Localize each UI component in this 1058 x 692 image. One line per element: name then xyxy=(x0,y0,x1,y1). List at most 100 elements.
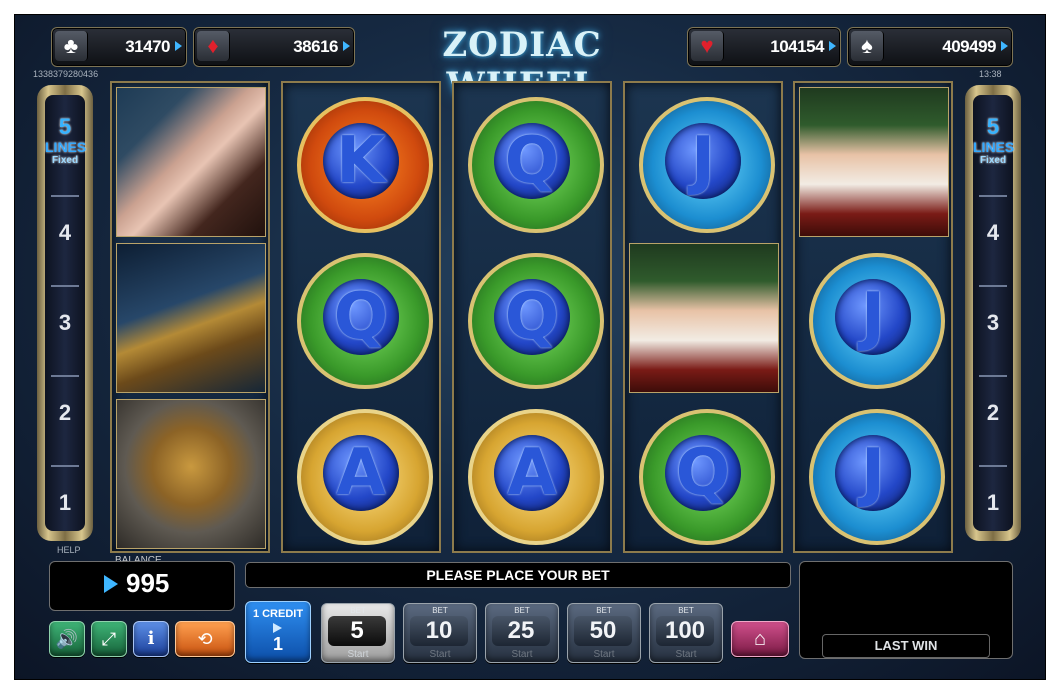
line-4: 4 xyxy=(986,220,1000,245)
bet-value: 10 xyxy=(410,616,468,646)
bet-label: BET xyxy=(678,606,694,615)
reel-cell xyxy=(112,83,268,239)
balance-panel: 995 xyxy=(49,561,235,611)
divider xyxy=(979,465,1007,467)
message-bar: PLEASE PLACE YOUR BET xyxy=(245,562,791,588)
captain-symbol xyxy=(799,87,949,237)
telescope-symbol xyxy=(116,243,266,393)
expand-icon: ⤢ xyxy=(101,629,117,649)
message-text: PLEASE PLACE YOUR BET xyxy=(426,567,610,583)
reel-cell xyxy=(795,83,951,239)
woman-symbol xyxy=(116,87,266,237)
jackpot-hearts: ♥ 104154 xyxy=(687,27,841,67)
session-id: 1338379280436 xyxy=(33,69,99,79)
help-link[interactable]: HELP xyxy=(57,545,81,555)
start-label: Start xyxy=(347,649,369,660)
bet-label: BET xyxy=(596,606,612,615)
reel-2: K Q A xyxy=(281,81,441,553)
bet-label: BET xyxy=(432,606,448,615)
armillary-sphere-symbol xyxy=(116,399,266,549)
line-2: 2 xyxy=(58,400,72,425)
autoplay-button[interactable]: ⟲ xyxy=(175,621,235,657)
clock: 13:38 xyxy=(979,69,1002,79)
jackpot-spades-value: 409499 xyxy=(942,37,996,56)
jackpot-hearts-value: 104154 xyxy=(770,37,824,56)
sound-button[interactable]: 🔊 xyxy=(49,621,85,657)
speaker-icon: 🔊 xyxy=(55,629,79,649)
spades-icon: ♠ xyxy=(851,31,884,61)
lines-mode: Fixed xyxy=(979,155,1007,166)
divider xyxy=(51,285,79,287)
arrow-icon xyxy=(829,41,836,51)
q-symbol: Q xyxy=(639,409,775,545)
a-symbol: A xyxy=(297,409,433,545)
bet-5-button[interactable]: BET 5 Start xyxy=(321,603,395,663)
jackpot-clubs: ♣ 31470 xyxy=(51,27,187,67)
bet-100-button[interactable]: BET 100 Start xyxy=(649,603,723,663)
lines-label: LINES xyxy=(973,139,1015,155)
line-1: 1 xyxy=(986,490,1000,515)
bet-10-button[interactable]: BET 10 Start xyxy=(403,603,477,663)
divider xyxy=(51,465,79,467)
reel-3: Q Q A xyxy=(452,81,612,553)
reel-cell: Q xyxy=(283,239,439,395)
bet-label: BET xyxy=(350,606,366,615)
bet-value: 25 xyxy=(492,616,550,646)
bet-50-button[interactable]: BET 50 Start xyxy=(567,603,641,663)
info-icon: i xyxy=(147,628,155,649)
hearts-icon: ♥ xyxy=(691,31,724,61)
lines-column-right: 5 LINES Fixed 4 3 2 1 xyxy=(965,85,1021,541)
reel-cell xyxy=(112,395,268,551)
reel-1 xyxy=(110,81,270,553)
reel-cell xyxy=(625,239,781,395)
lines-column-left: 5 LINES Fixed 4 3 2 1 xyxy=(37,85,93,541)
bet-label: BET xyxy=(514,606,530,615)
lines-box: 5 LINES Fixed xyxy=(45,114,86,185)
lines-box: 5 LINES Fixed xyxy=(973,115,1015,185)
game-window: ♣ 31470 ♦ 38616 ZODIAC WHEEL ♥ 104154 ♠ … xyxy=(14,14,1046,680)
j-symbol: J xyxy=(809,409,945,545)
q-symbol: Q xyxy=(468,97,604,233)
home-button[interactable]: ⌂ xyxy=(731,621,789,657)
bet-25-button[interactable]: BET 25 Start xyxy=(485,603,559,663)
info-button[interactable]: i xyxy=(133,621,169,657)
reel-4: J Q xyxy=(623,81,783,553)
credit-button[interactable]: 1 CREDIT 1 xyxy=(245,601,311,663)
reel-cell: J xyxy=(795,239,951,395)
reel-cell: A xyxy=(283,395,439,551)
balance-value: 995 xyxy=(126,568,170,598)
credit-value: 1 xyxy=(272,634,283,654)
arrow-icon xyxy=(1001,41,1008,51)
q-symbol: Q xyxy=(468,253,604,389)
divider xyxy=(979,375,1007,377)
jackpot-diamonds-value: 38616 xyxy=(293,37,338,56)
bet-value: 5 xyxy=(328,616,386,646)
captain-symbol xyxy=(629,243,779,393)
jackpot-diamonds: ♦ 38616 xyxy=(193,27,355,67)
diamonds-icon: ♦ xyxy=(197,31,230,61)
jackpot-spades: ♠ 409499 xyxy=(847,27,1013,67)
reel-cell: Q xyxy=(454,239,610,395)
fullscreen-button[interactable]: ⤢ xyxy=(91,621,127,657)
jackpot-clubs-value: 31470 xyxy=(125,37,170,56)
autoplay-icon: ⟲ xyxy=(197,629,213,649)
divider xyxy=(51,375,79,377)
lines-count: 5 xyxy=(58,114,72,139)
start-label: Start xyxy=(429,649,451,660)
line-1: 1 xyxy=(58,490,72,515)
credit-label: 1 CREDIT xyxy=(252,608,304,620)
last-win-panel: LAST WIN xyxy=(799,561,1013,659)
divider xyxy=(979,285,1007,287)
start-label: Start xyxy=(511,649,533,660)
reel-cell: K xyxy=(283,83,439,239)
q-symbol: Q xyxy=(297,253,433,389)
line-2: 2 xyxy=(986,400,1000,425)
j-symbol: J xyxy=(639,97,775,233)
clubs-icon: ♣ xyxy=(55,31,88,61)
bet-value: 100 xyxy=(656,616,714,646)
lines-indicator: 5 LINES Fixed 4 3 2 1 xyxy=(973,95,1015,531)
line-3: 3 xyxy=(58,310,72,335)
bet-value: 50 xyxy=(574,616,632,646)
line-3: 3 xyxy=(986,310,1000,335)
start-label: Start xyxy=(593,649,615,660)
